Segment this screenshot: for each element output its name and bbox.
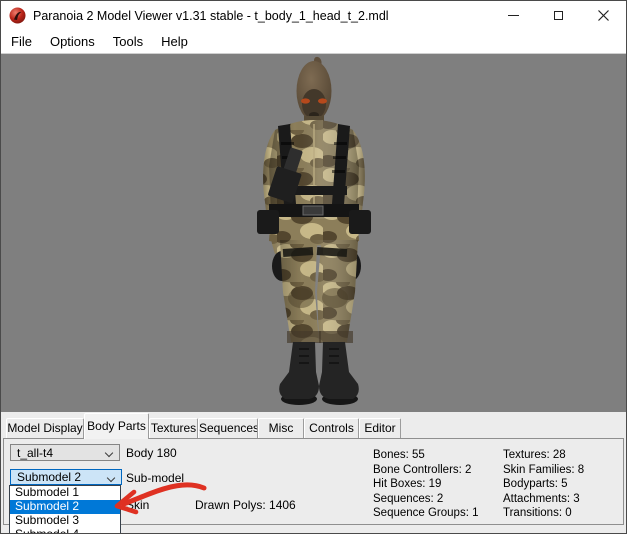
tab-sequences[interactable]: Sequences (198, 418, 258, 438)
model-stats-right: Textures: 28 Skin Families: 8 Bodyparts:… (503, 448, 584, 521)
tab-controls[interactable]: Controls (304, 418, 359, 438)
droplist-option-submodel-1[interactable]: Submodel 1 (10, 486, 120, 500)
body-label: Body 180 (126, 446, 177, 460)
model-boot-left (279, 342, 319, 399)
body-combobox[interactable]: t_all-t4 (10, 444, 120, 461)
model-viewport[interactable] (1, 53, 626, 412)
droplist-option-submodel-2[interactable]: Submodel 2 (10, 500, 120, 514)
chevron-down-icon (106, 473, 116, 483)
tab-strip: Model Display Body Parts Textures Sequen… (1, 412, 626, 439)
close-icon (598, 10, 609, 21)
body-combobox-value: t_all-t4 (17, 445, 54, 460)
minimize-button[interactable] (491, 1, 536, 30)
menu-item-options[interactable]: Options (41, 31, 104, 52)
tab-textures[interactable]: Textures (149, 418, 198, 438)
app-window: Paranoia 2 Model Viewer v1.31 stable - t… (0, 0, 627, 534)
model-pouch-left (257, 210, 279, 234)
window-title: Paranoia 2 Model Viewer v1.31 stable - t… (33, 8, 389, 23)
tab-model-display[interactable]: Model Display (6, 418, 84, 438)
caption-buttons (491, 1, 626, 30)
menu-item-tools[interactable]: Tools (104, 31, 152, 52)
stat-hit-boxes: Hit Boxes: 19 (373, 478, 442, 490)
submodel-combobox[interactable]: Submodel 2 (10, 469, 122, 485)
menu-item-file[interactable]: File (2, 31, 41, 52)
model-3d-preview (257, 56, 371, 405)
close-button[interactable] (581, 1, 626, 30)
menu-item-help[interactable]: Help (152, 31, 197, 52)
drawn-polys-label: Drawn Polys: 1406 (195, 498, 296, 512)
submodel-droplist: Submodel 1 Submodel 2 Submodel 3 Submode… (9, 485, 121, 534)
submodel-combobox-value: Submodel 2 (17, 470, 82, 484)
stat-bones: Bones: 55 (373, 449, 425, 461)
stat-textures: Textures: 28 (503, 449, 566, 461)
menubar: File Options Tools Help (1, 30, 626, 53)
chevron-down-icon (104, 448, 114, 458)
droplist-option-submodel-4[interactable]: Submodel 4 (10, 528, 120, 534)
stat-sequences: Sequences: 2 (373, 492, 444, 505)
stat-bone-controllers: Bone Controllers: 2 (373, 463, 472, 476)
stat-attachments: Attachments: 3 (503, 492, 580, 505)
model-pouch-right (349, 210, 371, 234)
model-belt-buckle (302, 205, 324, 216)
maximize-icon (554, 11, 563, 20)
stat-skin-families: Skin Families: 8 (503, 463, 585, 476)
stat-sequence-groups: Sequence Groups: 1 (373, 507, 479, 519)
paranoia-logo-icon (9, 7, 26, 24)
model-stats-left: Bones: 55 Bone Controllers: 2 Hit Boxes:… (373, 448, 479, 521)
model-eye-right (318, 98, 327, 104)
model-boot-right (319, 342, 359, 399)
stat-transitions: Transitions: 0 (503, 507, 572, 519)
tab-body-parts[interactable]: Body Parts (84, 413, 149, 439)
stat-bodyparts: Bodyparts: 5 (503, 478, 568, 490)
tab-misc[interactable]: Misc (258, 418, 304, 438)
skin-label: Skin (126, 498, 150, 512)
tab-editor[interactable]: Editor (359, 418, 401, 438)
droplist-option-submodel-3[interactable]: Submodel 3 (10, 514, 120, 528)
model-eye-left (301, 98, 310, 104)
submodel-label: Sub-model (126, 471, 185, 485)
minimize-icon (508, 15, 519, 16)
titlebar: Paranoia 2 Model Viewer v1.31 stable - t… (1, 1, 626, 30)
maximize-button[interactable] (536, 1, 581, 30)
